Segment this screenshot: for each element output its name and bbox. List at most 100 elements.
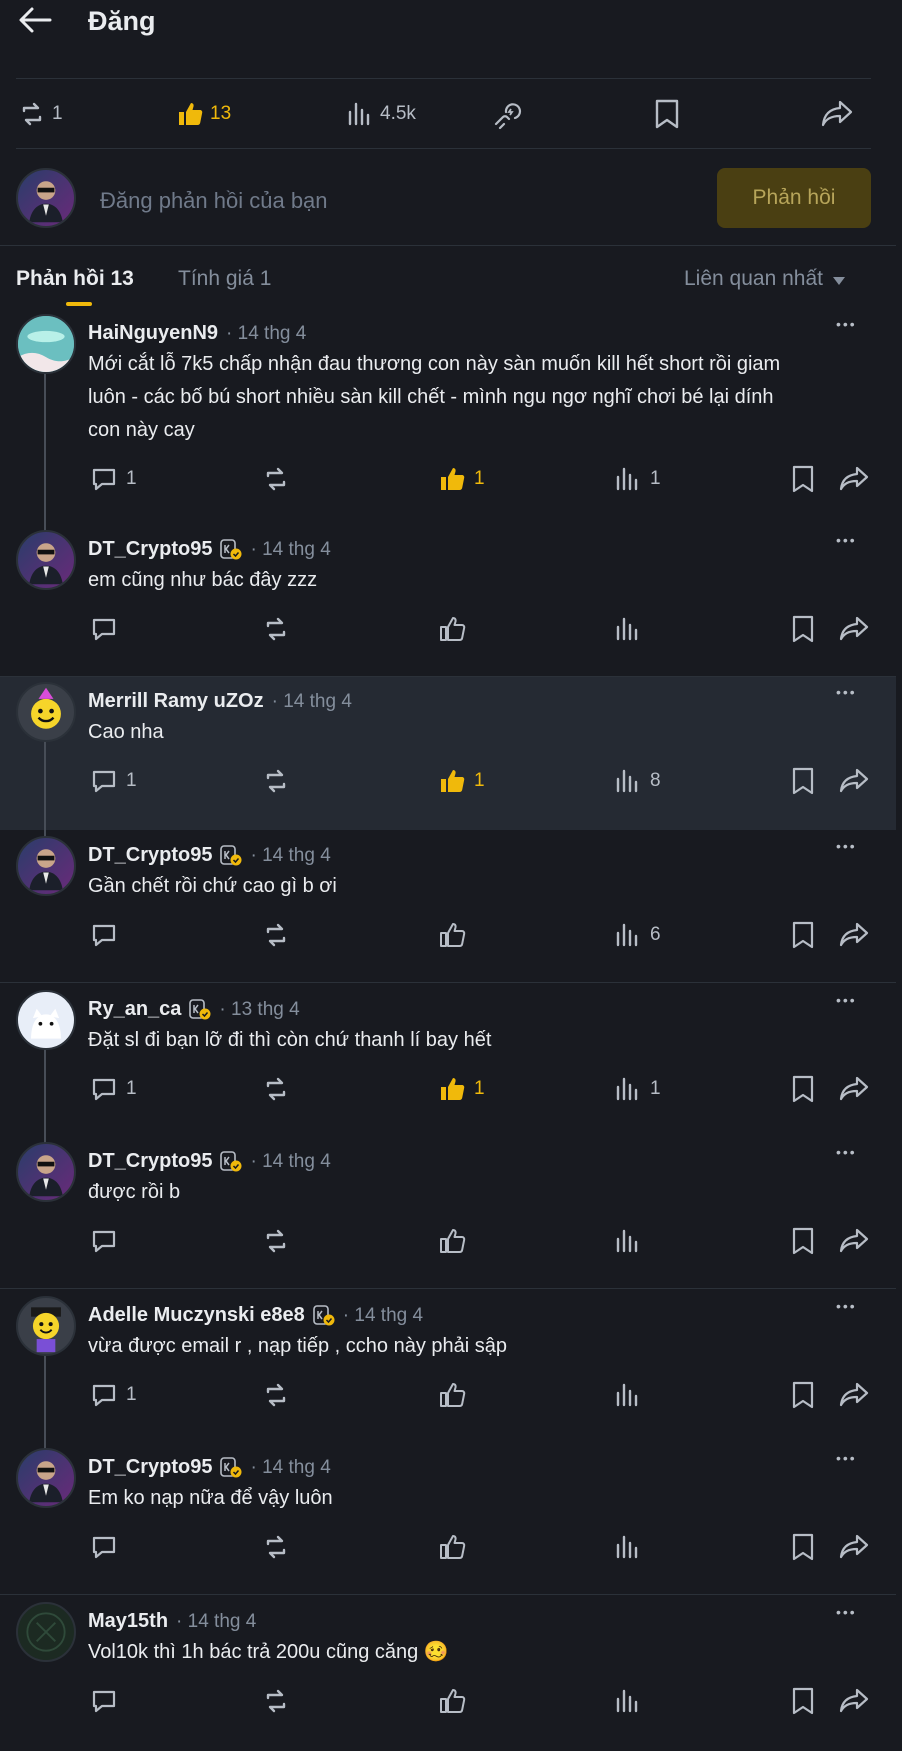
repost-action[interactable]	[262, 1075, 290, 1103]
comment-header: May15th · 14 thg 4	[88, 1610, 256, 1633]
like-action[interactable]: 1	[438, 465, 485, 493]
comment-author[interactable]: DT_Crypto95	[88, 844, 212, 867]
share-icon[interactable]	[838, 464, 870, 494]
comment-text: được rồi b	[88, 1181, 181, 1203]
repost-action[interactable]	[262, 1381, 290, 1409]
views-count: 6	[650, 924, 661, 945]
more-options-icon[interactable]: •••	[836, 992, 857, 1008]
bookmark-icon[interactable]	[790, 1226, 816, 1256]
more-options-icon[interactable]: •••	[836, 1604, 857, 1620]
comment-icon	[90, 1227, 118, 1255]
avatar-agent[interactable]	[16, 1142, 76, 1202]
verified-badge-icon	[220, 538, 242, 561]
bar-chart-icon	[614, 1075, 642, 1103]
views-action: 1	[614, 1075, 661, 1103]
bookmark-icon[interactable]	[790, 614, 816, 644]
more-options-icon[interactable]: •••	[836, 1298, 857, 1314]
like-action[interactable]	[438, 615, 474, 643]
share-icon[interactable]	[838, 1532, 870, 1562]
bookmark-icon[interactable]	[790, 1532, 816, 1562]
repost-action[interactable]	[262, 767, 290, 795]
repost-action[interactable]	[262, 1227, 290, 1255]
share-icon[interactable]	[838, 614, 870, 644]
bookmark-icon[interactable]	[790, 1380, 816, 1410]
like-action[interactable]: 1	[438, 1075, 485, 1103]
like-action[interactable]	[438, 1533, 474, 1561]
comment-date: · 14 thg 4	[250, 1150, 331, 1172]
bookmark-icon[interactable]	[790, 1686, 816, 1716]
more-options-icon[interactable]: •••	[836, 838, 857, 854]
thumbs-up-icon	[438, 1227, 466, 1255]
like-action[interactable]: 1	[438, 767, 485, 795]
bar-chart-icon	[614, 1381, 642, 1409]
more-options-icon[interactable]: •••	[836, 684, 857, 700]
avatar-agent[interactable]	[16, 836, 76, 896]
reply-action[interactable]: 1	[90, 767, 137, 795]
avatar-smiley-party[interactable]	[16, 682, 76, 742]
more-options-icon[interactable]: •••	[836, 1450, 857, 1466]
comment-text: em cũng như bác đây zzz	[88, 569, 318, 591]
repost-icon	[262, 767, 290, 795]
avatar-agent[interactable]	[16, 530, 76, 590]
divider	[0, 982, 896, 983]
comment-icon	[90, 1075, 118, 1103]
comment-author[interactable]: Ry_an_ca	[88, 998, 181, 1021]
share-icon[interactable]	[838, 1380, 870, 1410]
share-icon[interactable]	[838, 1074, 870, 1104]
reply-action[interactable]	[90, 615, 126, 643]
comment-author[interactable]: HaiNguyenN9	[88, 322, 218, 345]
more-options-icon[interactable]: •••	[836, 1144, 857, 1160]
like-action[interactable]	[438, 1381, 474, 1409]
reply-action[interactable]: 1	[90, 1075, 137, 1103]
bookmark-icon[interactable]	[790, 766, 816, 796]
comment-author[interactable]: May15th	[88, 1610, 168, 1633]
share-icon[interactable]	[838, 1226, 870, 1256]
avatar-dark-logo[interactable]	[16, 1602, 76, 1662]
comment-date: · 14 thg 4	[342, 1304, 424, 1326]
bookmark-icon[interactable]	[790, 920, 816, 950]
share-icon[interactable]	[838, 920, 870, 950]
comment-text: con này cay	[88, 419, 195, 441]
reply-action[interactable]	[90, 921, 126, 949]
share-icon[interactable]	[838, 766, 870, 796]
repost-action[interactable]	[262, 1687, 290, 1715]
reply-action[interactable]: 1	[90, 465, 137, 493]
like-action[interactable]	[438, 1687, 474, 1715]
comment-author[interactable]: Adelle Muczynski e8e8	[88, 1304, 305, 1327]
reply-action[interactable]	[90, 1533, 126, 1561]
views-count: 1	[650, 1078, 661, 1099]
avatar-landscape[interactable]	[16, 314, 76, 374]
comment-author[interactable]: DT_Crypto95	[88, 538, 212, 561]
comment-author[interactable]: DT_Crypto95	[88, 1150, 212, 1173]
repost-action[interactable]	[262, 1533, 290, 1561]
avatar-smiley-hat[interactable]	[16, 1296, 76, 1356]
more-options-icon[interactable]: •••	[836, 532, 857, 548]
bookmark-icon[interactable]	[790, 1074, 816, 1104]
thread-line	[44, 1038, 46, 1148]
bar-chart-icon	[614, 465, 642, 493]
bookmark-icon[interactable]	[790, 464, 816, 494]
comment-text: vừa được email r , nạp tiếp , ccho này p…	[88, 1335, 507, 1357]
share-icon[interactable]	[838, 1686, 870, 1716]
views-action: 6	[614, 921, 661, 949]
repost-action[interactable]	[262, 615, 290, 643]
more-options-icon[interactable]: •••	[836, 316, 857, 332]
verified-badge-icon	[312, 1304, 335, 1327]
like-count: 1	[474, 1078, 485, 1099]
reply-action[interactable]	[90, 1687, 126, 1715]
reply-action[interactable]	[90, 1227, 126, 1255]
repost-icon	[262, 1381, 290, 1409]
repost-icon	[262, 921, 290, 949]
divider	[0, 1288, 896, 1289]
comment-author[interactable]: Merrill Ramy uZOz	[88, 690, 264, 713]
comment-author[interactable]: DT_Crypto95	[88, 1456, 212, 1479]
like-action[interactable]	[438, 921, 474, 949]
repost-action[interactable]	[262, 465, 290, 493]
comment-date: · 14 thg 4	[250, 844, 331, 866]
repost-action[interactable]	[262, 921, 290, 949]
comment-date: · 14 thg 4	[271, 690, 352, 712]
avatar-cat[interactable]	[16, 990, 76, 1050]
reply-action[interactable]: 1	[90, 1381, 137, 1409]
like-action[interactable]	[438, 1227, 474, 1255]
avatar-agent[interactable]	[16, 1448, 76, 1508]
